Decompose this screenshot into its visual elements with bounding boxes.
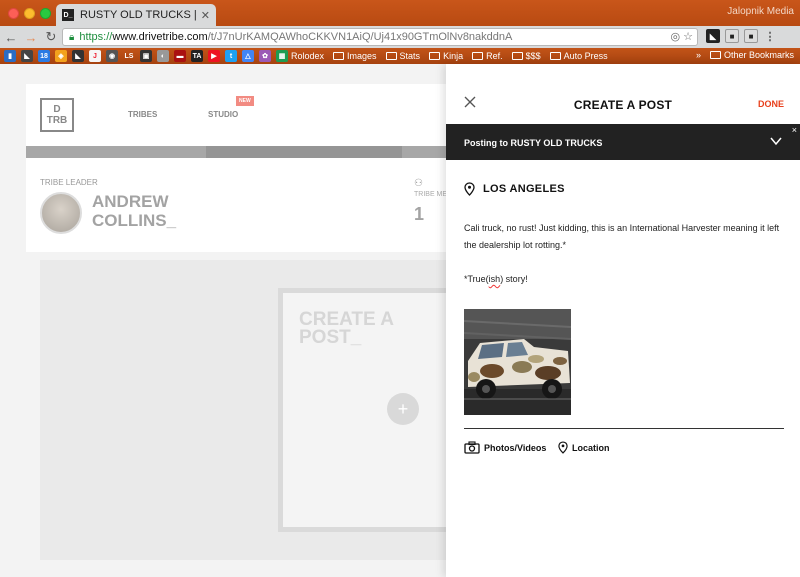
minimize-window-button[interactable] bbox=[24, 8, 35, 19]
bookmark-icon[interactable]: ◐ bbox=[157, 50, 169, 62]
bookmark-icon[interactable]: ◉ bbox=[106, 50, 118, 62]
spellcheck-word: ish bbox=[488, 274, 501, 284]
location-pin-icon bbox=[558, 441, 568, 454]
photos-videos-label: Photos/Videos bbox=[484, 442, 547, 453]
browser-profile-name[interactable]: Jalopnik Media bbox=[727, 6, 794, 17]
browser-tab[interactable]: D_ RUSTY OLD TRUCKS | DRIVE ✕ bbox=[56, 4, 216, 26]
nav-tribes[interactable]: TRIBES bbox=[128, 110, 157, 119]
truck-photo-image bbox=[464, 309, 571, 415]
bookmark-icon[interactable]: J bbox=[89, 50, 101, 62]
bookmark-icon[interactable]: ▬ bbox=[174, 50, 186, 62]
bookmark-icon[interactable]: ✿ bbox=[259, 50, 271, 62]
other-bookmarks-folder[interactable]: Other Bookmarks bbox=[709, 50, 794, 60]
post-text-body[interactable]: Cali truck, no rust! Just kidding, this … bbox=[464, 220, 786, 254]
extension-icons: ◣ ■ ■ ⋮ bbox=[706, 29, 777, 43]
bookmark-folder-images[interactable]: Images bbox=[333, 51, 377, 61]
folder-icon bbox=[385, 52, 397, 60]
folder-icon bbox=[549, 52, 561, 60]
tribe-banner-strip-dark bbox=[206, 146, 402, 158]
twitter-bookmark-icon[interactable]: t bbox=[225, 50, 237, 62]
folder-icon bbox=[333, 52, 345, 60]
url-scheme: https:// bbox=[79, 31, 113, 43]
camera-icon bbox=[464, 441, 480, 454]
bookmark-icon[interactable]: ▣ bbox=[140, 50, 152, 62]
members-count: 1 bbox=[414, 204, 425, 224]
bookmark-icon[interactable]: ◈ bbox=[55, 50, 67, 62]
location-name: LOS ANGELES bbox=[483, 183, 565, 195]
bookmark-folder-auto-press[interactable]: Auto Press bbox=[549, 51, 608, 61]
folder-icon bbox=[429, 52, 441, 60]
site-favicon-icon: D_ bbox=[62, 9, 74, 21]
bookmarks-overflow-button[interactable]: » bbox=[696, 50, 701, 60]
drivetribe-extension-icon[interactable]: ◣ bbox=[706, 29, 720, 43]
tab-title: RUSTY OLD TRUCKS | DRIVE bbox=[80, 9, 197, 21]
bookmark-star-icon[interactable]: ◎ ☆ bbox=[670, 30, 693, 43]
chevron-down-icon[interactable] bbox=[770, 136, 782, 146]
site-header: D TRB TRIBES STUDIO NEW bbox=[26, 84, 446, 146]
location-label: Location bbox=[572, 442, 610, 453]
maximize-window-button[interactable] bbox=[40, 8, 51, 19]
youtube-bookmark-icon[interactable]: ▶ bbox=[208, 50, 220, 62]
calendar-bookmark-icon[interactable]: 18 bbox=[38, 50, 50, 62]
bookmark-rolodex[interactable]: ▦ Rolodex bbox=[276, 50, 324, 62]
drive-bookmark-icon[interactable]: △ bbox=[242, 50, 254, 62]
forward-arrow-icon[interactable]: → bbox=[22, 30, 40, 45]
dismiss-icon[interactable]: × bbox=[792, 125, 797, 135]
new-badge: NEW bbox=[236, 96, 254, 106]
done-button[interactable]: DONE bbox=[758, 99, 784, 109]
tribe-leader-label: TRIBE LEADER bbox=[40, 178, 98, 187]
folder-icon bbox=[511, 52, 523, 60]
window-titlebar: D_ RUSTY OLD TRUCKS | DRIVE ✕ Jalopnik M… bbox=[0, 0, 800, 26]
tribe-leader-section: TRIBE LEADER ANDREW COLLINS_ ⚇ TRIBE ME … bbox=[26, 158, 448, 252]
posting-to-label: Posting to RUSTY OLD TRUCKS bbox=[464, 138, 603, 148]
back-arrow-icon[interactable]: ← bbox=[2, 30, 20, 45]
post-photo-thumbnail[interactable] bbox=[464, 309, 571, 415]
folder-icon bbox=[709, 51, 721, 59]
add-photos-videos-button[interactable]: Photos/Videos bbox=[464, 441, 546, 454]
tab-close-icon[interactable]: ✕ bbox=[201, 9, 210, 22]
leader-name[interactable]: ANDREW COLLINS_ bbox=[92, 192, 176, 230]
extension-icon[interactable]: ■ bbox=[744, 29, 758, 43]
sheets-icon: ▦ bbox=[276, 50, 288, 62]
url-path: /t/J7nUrKAMQAWhoCKKVN1AiQ/Uj41x90GTmOlNv… bbox=[207, 31, 513, 43]
extension-icon[interactable]: ■ bbox=[725, 29, 739, 43]
bookmark-icon[interactable]: LS bbox=[123, 50, 135, 62]
lock-icon: 🔒︎ bbox=[69, 31, 75, 43]
bookmark-icon[interactable]: TA bbox=[191, 50, 203, 62]
bookmark-icon[interactable]: ◣ bbox=[72, 50, 84, 62]
bookmark-folder-ref[interactable]: Ref. bbox=[472, 51, 503, 61]
drivetribe-logo[interactable]: D TRB bbox=[40, 98, 74, 132]
url-input[interactable]: 🔒︎ https:// www.drivetribe.com /t/J7nUrK… bbox=[62, 28, 698, 46]
post-location[interactable]: LOS ANGELES bbox=[464, 182, 565, 196]
post-text-footnote[interactable]: *True(ish) story! bbox=[464, 274, 528, 284]
members-icon: ⚇ bbox=[414, 178, 423, 189]
create-post-card-text: CREATE A POST_ bbox=[299, 309, 394, 348]
create-post-card[interactable]: CREATE A POST_ + bbox=[278, 288, 446, 532]
location-pin-icon bbox=[464, 182, 475, 196]
bookmark-icon[interactable]: ◣ bbox=[21, 50, 33, 62]
url-host: www.drivetribe.com bbox=[112, 31, 208, 43]
menu-dots-icon[interactable]: ⋮ bbox=[763, 29, 777, 43]
create-post-panel: CREATE A POST DONE Posting to RUSTY OLD … bbox=[446, 64, 800, 577]
panel-header: CREATE A POST DONE bbox=[446, 64, 800, 124]
add-post-button[interactable]: + bbox=[387, 393, 419, 425]
bookmark-folder-kinja[interactable]: Kinja bbox=[429, 51, 463, 61]
bookmarks-bar: ▮ ◣ 18 ◈ ◣ J ◉ LS ▣ ◐ ▬ TA ▶ t △ ✿ ▦ Rolo… bbox=[0, 48, 800, 64]
bookmark-folder-stats[interactable]: Stats bbox=[385, 51, 420, 61]
address-toolbar: ← → ↻ 🔒︎ https:// www.drivetribe.com /t/… bbox=[0, 26, 800, 48]
members-label: TRIBE ME bbox=[414, 191, 448, 198]
nav-studio[interactable]: STUDIO bbox=[208, 110, 238, 119]
posting-to-dropdown[interactable]: Posting to RUSTY OLD TRUCKS × bbox=[446, 124, 800, 160]
bookmarks-overflow: » Other Bookmarks bbox=[696, 50, 794, 60]
panel-title: CREATE A POST bbox=[573, 98, 673, 112]
reload-icon[interactable]: ↻ bbox=[42, 29, 60, 45]
trello-bookmark-icon[interactable]: ▮ bbox=[4, 50, 16, 62]
add-location-button[interactable]: Location bbox=[558, 441, 610, 454]
panel-divider bbox=[464, 428, 784, 429]
close-window-button[interactable] bbox=[8, 8, 19, 19]
avatar[interactable] bbox=[40, 192, 82, 234]
bookmark-folder-money[interactable]: $$$ bbox=[511, 51, 541, 61]
folder-icon bbox=[472, 52, 484, 60]
